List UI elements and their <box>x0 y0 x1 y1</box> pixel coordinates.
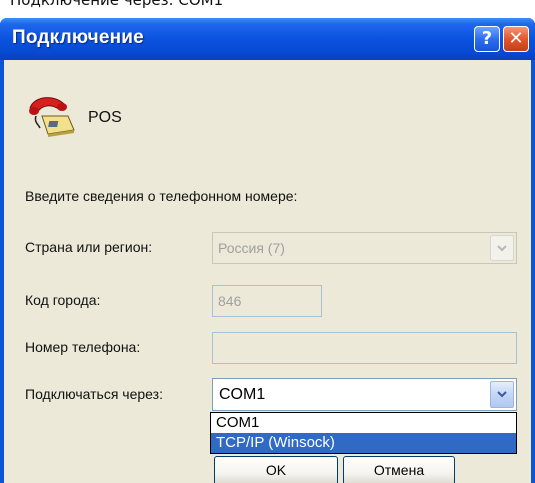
connect-using-value: COM1 <box>219 386 266 403</box>
country-dropdown-button[interactable] <box>490 235 514 261</box>
area-code-label: Код города: <box>25 292 101 308</box>
area-code-value: 846 <box>218 293 242 309</box>
dropdown-option-tcpip[interactable]: TCP/IP (Winsock) <box>211 433 516 453</box>
title-bar[interactable]: Подключение ? ✕ <box>0 18 535 60</box>
phone-label: Номер телефона: <box>25 339 141 355</box>
phone-field[interactable] <box>212 332 517 364</box>
chevron-down-icon <box>497 391 507 398</box>
instruction-text: Введите сведения о телефонном номере: <box>25 188 298 204</box>
dialog-body: POS Введите сведения о телефонном номере… <box>4 60 531 483</box>
connect-using-select[interactable]: COM1 <box>212 378 517 411</box>
connect-using-label: Подключаться через: <box>25 386 163 402</box>
background-window-text: Подключение через: COM1 <box>10 0 224 9</box>
help-icon: ? <box>481 28 493 49</box>
country-select[interactable]: Россия (7) <box>212 232 517 264</box>
country-value: Россия (7) <box>218 240 285 256</box>
area-code-field[interactable]: 846 <box>212 285 322 317</box>
background-window-strip: Подключение через: COM1 <box>0 0 535 18</box>
chevron-down-icon <box>497 244 507 251</box>
cancel-button[interactable]: Отмена <box>343 456 455 483</box>
help-button[interactable]: ? <box>474 26 500 52</box>
telephone-icon <box>29 97 75 137</box>
dropdown-option-com1[interactable]: COM1 <box>211 413 516 433</box>
country-label: Страна или регион: <box>25 239 153 255</box>
screen: Подключение через: COM1 Подключение ? ✕ <box>0 0 535 483</box>
connect-using-dropdown-button[interactable] <box>490 381 514 408</box>
connection-name: POS <box>88 109 122 126</box>
close-icon: ✕ <box>508 28 524 49</box>
connect-using-dropdown-list: COM1 TCP/IP (Winsock) <box>210 412 517 454</box>
close-button[interactable]: ✕ <box>503 26 529 52</box>
window-title: Подключение <box>12 27 144 48</box>
ok-button[interactable]: OK <box>214 456 338 483</box>
connection-dialog: Подключение ? ✕ POS Введите сведения о т… <box>0 18 535 483</box>
